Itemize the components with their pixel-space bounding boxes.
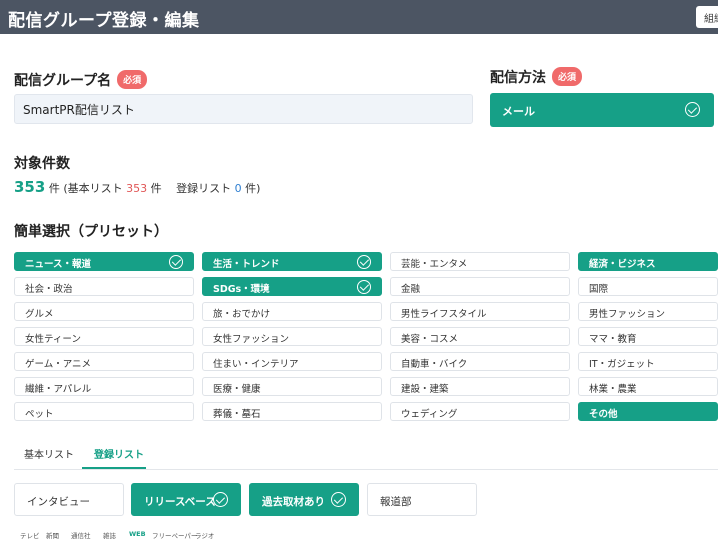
preset-chip[interactable]: ウェディング <box>390 402 570 421</box>
category-chip-label: 過去取材あり <box>262 496 325 508</box>
tab-divider <box>14 469 718 470</box>
preset-chip[interactable]: 金融 <box>390 277 570 296</box>
category-chip-label: リリースベース <box>144 496 216 508</box>
preset-chip[interactable]: 旅・おでかけ <box>202 302 382 321</box>
preset-chip[interactable]: ニュース・報道 <box>14 252 194 271</box>
header-action-button[interactable]: 組織 <box>696 6 718 28</box>
preset-chip[interactable]: 建設・建築 <box>390 377 570 396</box>
preset-chip-label: 医療・健康 <box>213 384 261 395</box>
page-header: 配信グループ登録・編集 組織 <box>0 0 718 34</box>
required-badge: 必須 <box>552 67 583 86</box>
preset-chip[interactable]: 生活・トレンド <box>202 252 382 271</box>
preset-chip-label: 美容・コスメ <box>401 334 459 345</box>
preset-chip[interactable]: IT・ガジェット <box>578 352 718 371</box>
preset-chip-label: ニュース・報道 <box>25 259 92 270</box>
preset-chip[interactable]: ペット <box>14 402 194 421</box>
preset-chip[interactable]: その他 <box>578 402 718 421</box>
media-tab[interactable]: フリーペーパー <box>152 530 197 540</box>
preset-chip-label: 金融 <box>401 284 421 295</box>
preset-chip-label: 女性ティーン <box>25 334 81 345</box>
preset-chip-label: 繊維・アパレル <box>25 384 92 395</box>
preset-chip[interactable]: SDGs・環境 <box>202 277 382 296</box>
tab-registered-list[interactable]: 登録リスト <box>94 446 144 461</box>
preset-chip-label: 男性ライフスタイル <box>401 309 487 320</box>
preset-chip-label: グルメ <box>25 309 54 320</box>
preset-chip-label: 林業・農業 <box>589 384 637 395</box>
preset-chip-label: IT・ガジェット <box>589 359 655 370</box>
group-name-input[interactable] <box>14 94 473 124</box>
preset-chip[interactable]: ゲーム・アニメ <box>14 352 194 371</box>
category-chip[interactable]: 過去取材あり <box>249 483 359 516</box>
preset-chip[interactable]: 社会・政治 <box>14 277 194 296</box>
preset-chip-label: 生活・トレンド <box>213 259 280 270</box>
delivery-method-label: 配信方法 必須 <box>490 67 583 87</box>
media-tab[interactable]: WEB <box>129 530 146 538</box>
basic-list-count: 353 <box>126 182 148 195</box>
preset-label: 簡単選択（プリセット） <box>14 224 168 240</box>
preset-chip[interactable]: 林業・農業 <box>578 377 718 396</box>
preset-chip[interactable]: 繊維・アパレル <box>14 377 194 396</box>
preset-chip-label: 女性ファッション <box>213 334 290 345</box>
preset-chip-label: SDGs・環境 <box>213 284 270 295</box>
media-tab[interactable]: ラジオ <box>195 530 214 540</box>
preset-chip-label: 旅・おでかけ <box>213 309 271 320</box>
preset-chip[interactable]: 葬儀・墓石 <box>202 402 382 421</box>
preset-chip-label: 国際 <box>589 284 609 295</box>
preset-chip[interactable]: ママ・教育 <box>578 327 718 346</box>
category-chip[interactable]: インタビュー <box>14 483 124 516</box>
preset-chip-label: 男性ファッション <box>589 309 666 320</box>
preset-chip-label: ウェディング <box>401 409 458 420</box>
preset-chip[interactable]: 住まい・インテリア <box>202 352 382 371</box>
media-tab[interactable]: 通信社 <box>71 530 91 540</box>
target-count: 353 件 (基本リスト 353 件 登録リスト 0 件) <box>14 178 261 196</box>
check-circle-icon <box>357 279 371 294</box>
media-tab[interactable]: 新聞 <box>46 530 59 540</box>
preset-chip-label: ママ・教育 <box>589 334 637 345</box>
category-chip-label: インタビュー <box>27 496 90 508</box>
preset-chip[interactable]: 国際 <box>578 277 718 296</box>
check-circle-icon <box>169 254 183 269</box>
preset-chip[interactable]: 女性ファッション <box>202 327 382 346</box>
preset-chip-label: ゲーム・アニメ <box>25 359 92 370</box>
check-circle-icon <box>331 492 346 507</box>
registered-list-count: 0 <box>234 182 242 195</box>
tab-basic-list[interactable]: 基本リスト <box>24 446 74 461</box>
preset-chip-label: 芸能・エンタメ <box>401 259 468 270</box>
category-chip[interactable]: リリースベース <box>131 483 241 516</box>
preset-chip[interactable]: 経済・ビジネス <box>578 252 718 271</box>
active-tab-indicator <box>82 467 146 469</box>
category-chip[interactable]: 報道部 <box>367 483 477 516</box>
preset-chip[interactable]: 男性ライフスタイル <box>390 302 570 321</box>
preset-chip-label: 自動車・バイク <box>401 359 468 370</box>
media-tab[interactable]: 雑誌 <box>103 530 116 540</box>
check-circle-icon <box>213 492 228 507</box>
preset-chip-label: 葬儀・墓石 <box>213 409 261 420</box>
preset-chip[interactable]: グルメ <box>14 302 194 321</box>
preset-chip[interactable]: 自動車・バイク <box>390 352 570 371</box>
preset-chip-label: 社会・政治 <box>25 284 73 295</box>
preset-chip[interactable]: 芸能・エンタメ <box>390 252 570 271</box>
preset-chip[interactable]: 男性ファッション <box>578 302 718 321</box>
preset-chip[interactable]: 美容・コスメ <box>390 327 570 346</box>
category-chip-label: 報道部 <box>380 496 412 508</box>
required-badge: 必須 <box>117 70 148 89</box>
preset-chip[interactable]: 女性ティーン <box>14 327 194 346</box>
preset-chip-label: ペット <box>25 409 54 420</box>
group-name-label: 配信グループ名 必須 <box>14 70 148 90</box>
preset-chip[interactable]: 医療・健康 <box>202 377 382 396</box>
delivery-method-email-option[interactable]: メール <box>490 93 714 127</box>
total-count: 353 <box>14 178 46 196</box>
media-tab[interactable]: テレビ <box>20 530 40 540</box>
target-count-label: 対象件数 <box>14 156 70 172</box>
preset-chip-label: 経済・ビジネス <box>589 259 656 270</box>
preset-chip-label: 住まい・インテリア <box>213 359 299 370</box>
check-circle-icon <box>357 254 371 269</box>
check-circle-icon <box>685 102 700 117</box>
preset-chip-label: 建設・建築 <box>401 384 449 395</box>
page-title: 配信グループ登録・編集 <box>8 11 200 31</box>
preset-chip-label: その他 <box>589 409 618 420</box>
